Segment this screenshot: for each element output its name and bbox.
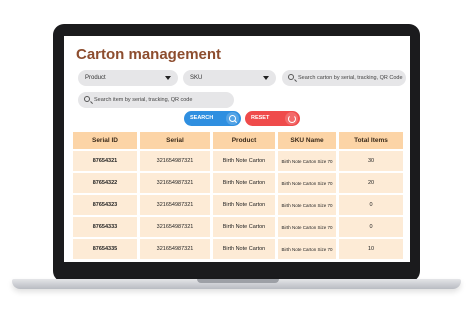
item-search-placeholder: Search item by serial, tracking, QR code bbox=[94, 97, 193, 103]
column-header-sku-name: SKU Name bbox=[278, 132, 336, 149]
product-select[interactable]: Product bbox=[78, 70, 178, 86]
search-button[interactable]: SEARCH bbox=[184, 111, 241, 126]
table-row[interactable]: 87654335 321654987321 Birth Note Carton … bbox=[73, 239, 403, 259]
carton-table: Serial ID Serial Product SKU Name Total … bbox=[70, 130, 406, 261]
cell-product: Birth Note Carton bbox=[213, 239, 275, 259]
cell-serial-id: 87654323 bbox=[73, 195, 137, 215]
chevron-down-icon bbox=[165, 76, 171, 80]
reset-button-label: RESET bbox=[251, 115, 270, 121]
cell-total-items: 0 bbox=[339, 217, 403, 237]
search-button-label: SEARCH bbox=[190, 115, 214, 121]
table-header-row: Serial ID Serial Product SKU Name Total … bbox=[73, 132, 403, 149]
item-search-input[interactable]: Search item by serial, tracking, QR code bbox=[78, 92, 234, 108]
refresh-icon bbox=[285, 112, 298, 125]
column-header-product: Product bbox=[213, 132, 275, 149]
cell-sku-name: Birth Note Carton Size 70 bbox=[278, 195, 336, 215]
sku-select[interactable]: SKU bbox=[183, 70, 276, 86]
table-row[interactable]: 87654322 321654987321 Birth Note Carton … bbox=[73, 173, 403, 193]
table-row[interactable]: 87654321 321654987321 Birth Note Carton … bbox=[73, 151, 403, 171]
cell-serial: 321654987321 bbox=[140, 195, 210, 215]
search-icon bbox=[84, 96, 90, 102]
cell-serial-id: 87654322 bbox=[73, 173, 137, 193]
cell-total-items: 10 bbox=[339, 239, 403, 259]
cell-serial: 321654987321 bbox=[140, 151, 210, 171]
sku-select-value: SKU bbox=[190, 75, 203, 81]
cell-serial: 321654987321 bbox=[140, 217, 210, 237]
cell-sku-name: Birth Note Carton Size 70 bbox=[278, 151, 336, 171]
cell-serial: 321654987321 bbox=[140, 239, 210, 259]
cell-total-items: 30 bbox=[339, 151, 403, 171]
cell-serial-id: 87654333 bbox=[73, 217, 137, 237]
cell-product: Birth Note Carton bbox=[213, 151, 275, 171]
reset-button[interactable]: RESET bbox=[245, 111, 300, 126]
page-title: Carton management bbox=[76, 46, 222, 63]
table-row[interactable]: 87654333 321654987321 Birth Note Carton … bbox=[73, 217, 403, 237]
carton-search-input[interactable]: Search carton by serial, tracking, QR Co… bbox=[282, 70, 406, 86]
search-icon bbox=[226, 112, 239, 125]
column-header-serial: Serial bbox=[140, 132, 210, 149]
cell-serial: 321654987321 bbox=[140, 173, 210, 193]
cell-product: Birth Note Carton bbox=[213, 217, 275, 237]
product-select-value: Product bbox=[85, 75, 106, 81]
search-icon bbox=[288, 74, 294, 80]
app-screen: Carton management Product SKU Search car… bbox=[64, 36, 410, 262]
cell-serial-id: 87654321 bbox=[73, 151, 137, 171]
cell-sku-name: Birth Note Carton Size 70 bbox=[278, 173, 336, 193]
laptop-notch bbox=[197, 279, 279, 283]
cell-total-items: 20 bbox=[339, 173, 403, 193]
cell-product: Birth Note Carton bbox=[213, 173, 275, 193]
table-row[interactable]: 87654323 321654987321 Birth Note Carton … bbox=[73, 195, 403, 215]
cell-sku-name: Birth Note Carton Size 70 bbox=[278, 217, 336, 237]
column-header-total-items: Total Items bbox=[339, 132, 403, 149]
column-header-serial-id: Serial ID bbox=[73, 132, 137, 149]
cell-serial-id: 87654335 bbox=[73, 239, 137, 259]
carton-search-placeholder: Search carton by serial, tracking, QR Co… bbox=[298, 75, 403, 81]
cell-sku-name: Birth Note Carton Size 70 bbox=[278, 239, 336, 259]
cell-product: Birth Note Carton bbox=[213, 195, 275, 215]
cell-total-items: 0 bbox=[339, 195, 403, 215]
chevron-down-icon bbox=[263, 76, 269, 80]
